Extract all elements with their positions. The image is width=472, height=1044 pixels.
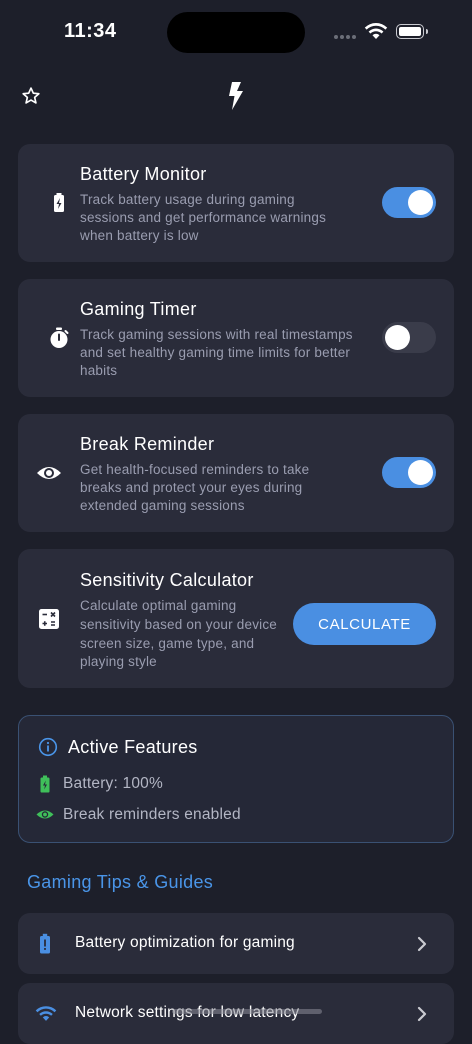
battery-alert-icon	[40, 933, 50, 954]
home-indicator	[172, 1009, 322, 1014]
break-reminder-card: Break Reminder Get health-focused remind…	[18, 414, 454, 532]
star-icon[interactable]	[21, 86, 41, 106]
cellular-signal-icon	[334, 35, 358, 53]
section-title: Gaming Tips & Guides	[27, 872, 214, 892]
break-reminder-toggle[interactable]	[382, 457, 436, 488]
battery-monitor-toggle[interactable]	[382, 187, 436, 218]
card-title: Sensitivity Calculator	[80, 570, 254, 590]
card-title: Gaming Timer	[80, 299, 197, 319]
calculate-button[interactable]: CALCULATE	[293, 603, 436, 645]
bolt-icon	[229, 82, 243, 110]
active-feature-break: Break reminders enabled	[63, 806, 241, 823]
active-features-title: Active Features	[68, 737, 198, 757]
chevron-right-icon	[417, 1006, 427, 1022]
active-features-panel: Active Features Battery: 100% Break remi…	[18, 715, 454, 843]
info-icon	[38, 737, 58, 757]
tip-label: Battery optimization for gaming	[75, 934, 295, 951]
tip-row-battery[interactable]: Battery optimization for gaming	[18, 913, 454, 974]
card-title: Battery Monitor	[80, 164, 207, 184]
active-feature-battery: Battery: 100%	[63, 775, 163, 792]
dynamic-island	[167, 12, 305, 53]
chevron-right-icon	[417, 936, 427, 952]
stopwatch-icon	[50, 327, 69, 348]
gaming-timer-toggle[interactable]	[382, 322, 436, 353]
sensitivity-calculator-card: Sensitivity Calculator Calculate optimal…	[18, 549, 454, 688]
status-time: 11:34	[64, 20, 117, 42]
card-description: Track battery usage during gaming sessio…	[80, 192, 327, 243]
battery-monitor-card: Battery Monitor Track battery usage duri…	[18, 144, 454, 262]
status-bar: 11:34	[0, 0, 472, 64]
battery-icon	[40, 775, 50, 793]
calculator-icon	[39, 609, 59, 629]
eye-icon	[37, 467, 61, 479]
wifi-icon	[35, 1006, 57, 1021]
battery-status-icon	[396, 24, 428, 39]
wifi-status-icon	[364, 23, 388, 39]
eye-icon	[36, 810, 54, 819]
card-title: Break Reminder	[80, 434, 215, 454]
card-description: Calculate optimal gaming sensitivity bas…	[80, 598, 278, 670]
gaming-timer-card: Gaming Timer Track gaming sessions with …	[18, 279, 454, 397]
card-description: Get health-focused reminders to take bre…	[80, 462, 310, 513]
card-description: Track gaming sessions with real timestam…	[80, 327, 353, 378]
battery-bolt-icon	[54, 193, 64, 212]
